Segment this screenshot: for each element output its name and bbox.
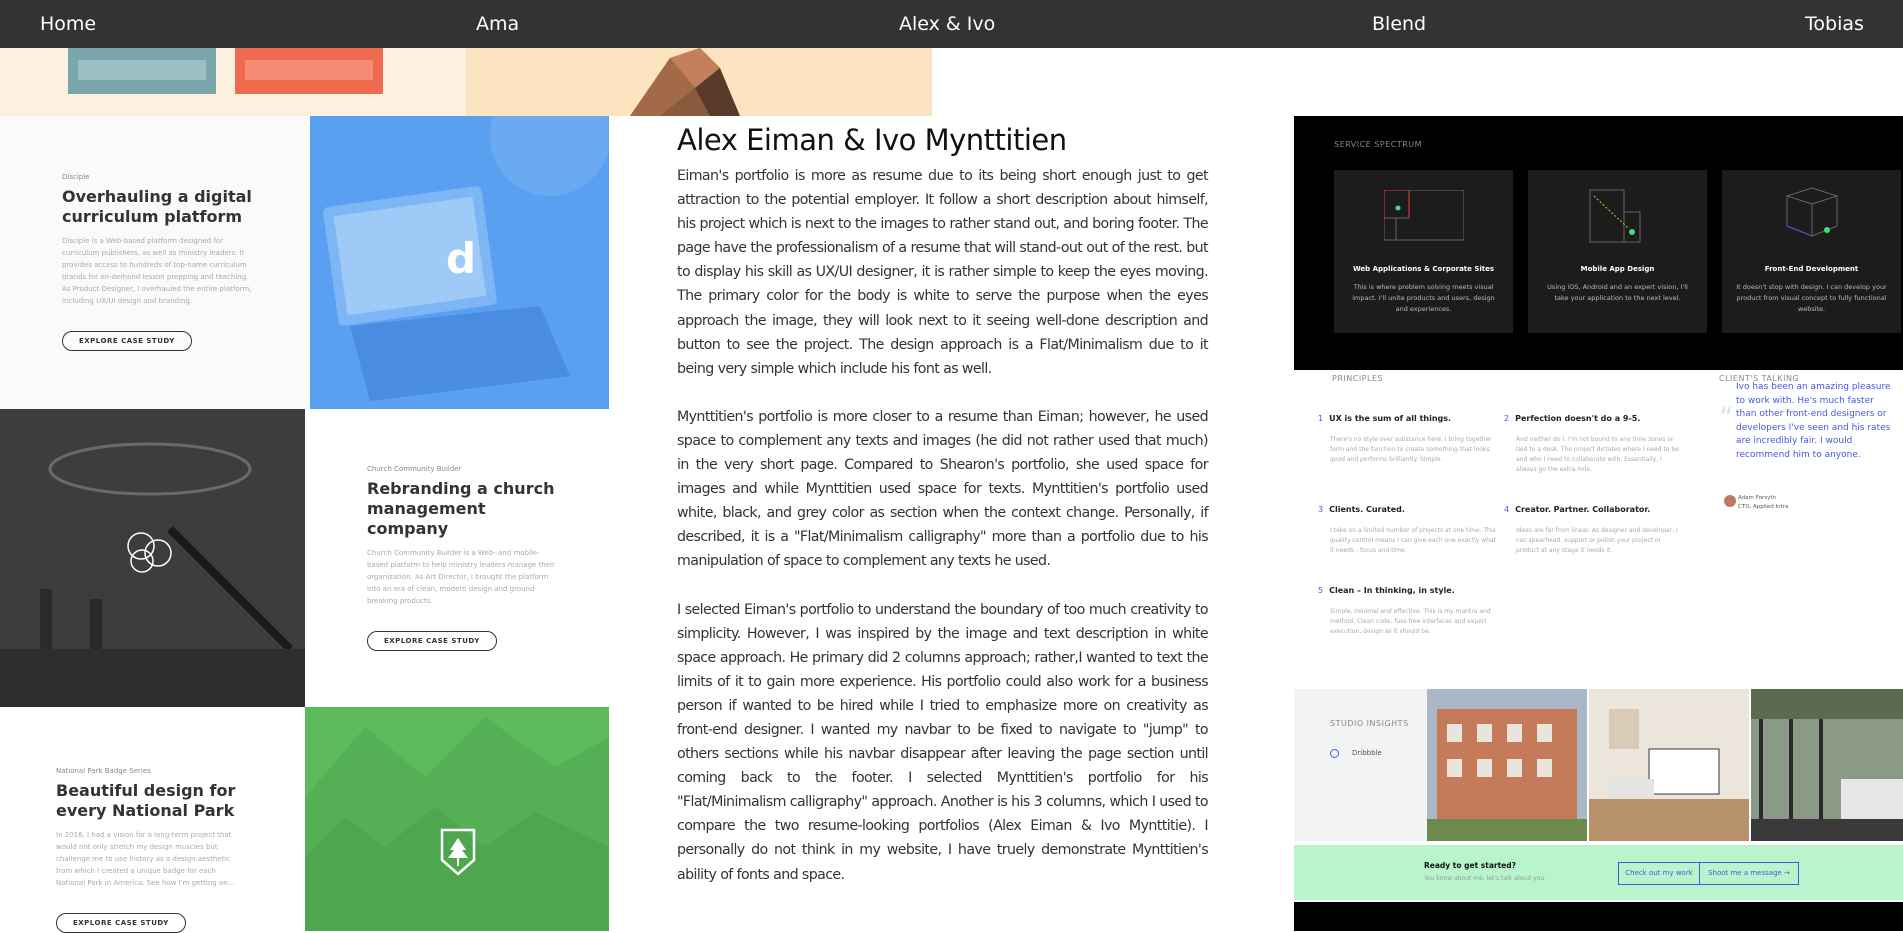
article: Alex Eiman & Ivo Mynttitien Eiman's port… [677, 120, 1209, 911]
principle-4: 4 Creator. Partner. Collaborator. Ideas a… [1504, 505, 1684, 556]
case1-explore-button[interactable]: EXPLORE CASE STUDY [62, 331, 192, 351]
service-spectrum-label: SERVICE SPECTRUM [1334, 140, 1423, 149]
quote-author: Adam Forsyth CTO, Applied Intra [1738, 494, 1788, 512]
principle-3-title: Clients. Curated. [1329, 505, 1405, 514]
case3-image [305, 707, 609, 931]
nav-tobias[interactable]: Tobias [1805, 0, 1864, 48]
service-web-desc: This is where problem solving meets visu… [1352, 283, 1495, 313]
principle-4-title: Creator. Partner. Collaborator. [1515, 505, 1651, 514]
principle-1-number: 1 [1318, 414, 1324, 423]
desk-photo [1589, 689, 1749, 841]
check-out-work-button[interactable]: Check out my work [1618, 862, 1700, 885]
article-paragraph-3: I selected Eiman's portfolio to understa… [677, 601, 1209, 883]
case2-desc: Church Community Builder is a Web- and m… [367, 549, 555, 605]
principles-label: PRINCIPLES [1332, 374, 1384, 383]
mobile-device-icon [1589, 189, 1641, 243]
case2-image [0, 409, 305, 707]
principle-3: 3 Clients. Curated. I take on a limited n… [1318, 505, 1498, 556]
principle-2-desc: And neither do I. I'm not bound to any t… [1516, 436, 1679, 473]
principle-1: 1 UX is the sum of all things. There's no… [1318, 414, 1498, 465]
principle-3-number: 3 [1318, 505, 1324, 514]
church-logo-icon [127, 532, 172, 573]
dribbble-link[interactable]: Dribbble [1352, 749, 1382, 757]
shoot-message-button[interactable]: Shoot me a message → [1699, 862, 1799, 885]
mountain-forest-photo [305, 717, 609, 931]
principle-4-number: 4 [1504, 505, 1510, 514]
principle-5-number: 5 [1318, 586, 1324, 595]
teal-card-wave [78, 60, 206, 80]
case3-title: Beautiful design for every National Park [56, 781, 236, 820]
case2-text: Church Community Builder Rebranding a ch… [367, 465, 557, 651]
quote-mark-icon: “ [1719, 401, 1734, 434]
service-frontend-title: Front-End Development [1764, 265, 1859, 273]
case3-subtitle: National Park Badge Series [56, 767, 151, 775]
service-card-web: Web Applications & Corporate Sites This … [1334, 170, 1513, 333]
cta-subtitle: You know about me, let's talk about you. [1424, 875, 1547, 882]
article-paragraph-1: Eiman's portfolio is more as resume due … [677, 168, 1209, 377]
case3-text: National Park Badge Series Beautiful des… [56, 767, 246, 933]
service-card-frontend: Front-End Development It doesn't stop wi… [1722, 170, 1901, 333]
service-spectrum-section: SERVICE SPECTRUM Web Applications & Corp… [1294, 116, 1903, 370]
principle-2: 2 Perfection doesn't do a 9-5. And neithe… [1504, 414, 1684, 475]
author-name: Adam Forsyth [1738, 495, 1776, 501]
studio-insights-panel: STUDIO INSIGHTS Dribbble [1294, 689, 1427, 841]
web-layout-icon [1384, 190, 1464, 241]
cta-banner: Ready to get started? You know about me,… [1294, 845, 1903, 900]
principle-2-number: 2 [1504, 414, 1510, 423]
studio-insights-label: STUDIO INSIGHTS [1330, 719, 1409, 728]
screenshot-right-portfolio: SERVICE SPECTRUM Web Applications & Corp… [1294, 116, 1903, 931]
navbar: Home Ama Alex & Ivo Blend Tobias [0, 0, 1903, 48]
principle-4-desc: Ideas are far from linear. As designer a… [1516, 527, 1678, 554]
case2-title: Rebranding a church management company [367, 479, 555, 538]
nav-alex-ivo[interactable]: Alex & Ivo [899, 0, 995, 48]
cube-icon [1786, 187, 1838, 237]
disciple-logo-icon: d [446, 234, 477, 283]
principle-1-desc: There's no style over substance here. I … [1330, 436, 1492, 463]
building-photo [1427, 689, 1587, 841]
nav-home[interactable]: Home [40, 0, 96, 48]
service-frontend-desc: It doesn't stop with design. I can devel… [1736, 283, 1887, 313]
principle-3-desc: I take on a limited number of projects a… [1330, 527, 1496, 554]
service-web-title: Web Applications & Corporate Sites [1352, 265, 1495, 273]
case1-desc: Disciple is a Web-based platform designe… [62, 237, 252, 305]
red-card-wave [245, 60, 373, 80]
principle-1-title: UX is the sum of all things. [1329, 414, 1452, 423]
cta-title: Ready to get started? [1424, 861, 1516, 870]
case1-subtitle: Disciple [62, 173, 90, 181]
client-quote: Ivo has been an amazing pleasure to work… [1736, 382, 1891, 460]
article-paragraph-2: Mynttitien's portfolio is more closer to… [677, 408, 1209, 570]
screenshot-left-portfolio: Disciple Overhauling a digital curriculu… [0, 116, 609, 933]
case3-explore-button[interactable]: EXPLORE CASE STUDY [56, 913, 186, 933]
balcony-photo [1751, 689, 1903, 841]
principle-5-title: Clean – In thinking, in style. [1329, 586, 1455, 595]
nav-blend[interactable]: Blend [1372, 0, 1426, 48]
dribbble-icon [1330, 749, 1339, 758]
service-mobile-title: Mobile App Design [1580, 265, 1655, 273]
article-title: Alex Eiman & Ivo Mynttitien [677, 123, 1067, 157]
case1-image: d [310, 116, 609, 409]
principle-2-title: Perfection doesn't do a 9-5. [1515, 414, 1641, 423]
principle-5: 5 Clean – In thinking, in style. Simple, … [1318, 586, 1498, 637]
case3-desc: In 2016, I had a vision for a long-term … [56, 831, 235, 887]
case1-title: Overhauling a digital curriculum platfor… [62, 187, 252, 226]
top-screenshot-strip [0, 48, 932, 116]
case2-subtitle: Church Community Builder [367, 465, 462, 473]
principle-5-desc: Simple, minimal and effective. This is m… [1330, 608, 1491, 635]
footer-bar [1294, 902, 1903, 931]
service-card-mobile: Mobile App Design Using iOS, Android and… [1528, 170, 1707, 333]
service-mobile-desc: Using iOS, Android and an expert vision,… [1547, 283, 1688, 302]
case2-explore-button[interactable]: EXPLORE CASE STUDY [367, 631, 497, 651]
case1-text: Disciple Overhauling a digital curriculu… [62, 173, 252, 351]
author-avatar [1724, 495, 1736, 507]
nav-ama[interactable]: Ama [476, 0, 519, 48]
origami-shape-image [630, 48, 740, 116]
author-role: CTO, Applied Intra [1738, 504, 1789, 510]
park-badge-icon [440, 828, 476, 876]
